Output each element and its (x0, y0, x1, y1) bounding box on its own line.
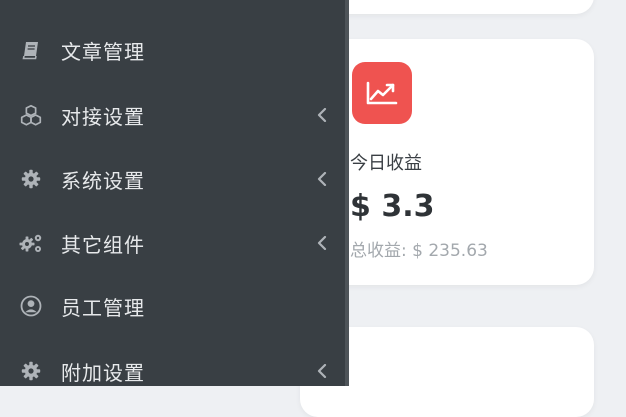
sidebar-item-staff[interactable]: 员工管理 (0, 278, 345, 334)
chart-line-icon (352, 62, 412, 124)
sidebar-item-integration[interactable]: 对接设置 (0, 87, 345, 143)
sidebar-item-label: 附加设置 (61, 360, 145, 385)
chevron-left-icon (315, 108, 329, 122)
sidebar-item-label: 文章管理 (61, 39, 145, 64)
user-circle-icon (18, 293, 44, 319)
book-icon (18, 37, 44, 63)
stat-value: $ 3.3 (350, 189, 435, 224)
cubes-icon (18, 102, 44, 128)
sidebar-item-articles[interactable]: 文章管理 (0, 22, 345, 78)
gear-icon (18, 166, 44, 192)
gears-icon (18, 230, 44, 256)
stat-title: 今日收益 (350, 153, 422, 174)
chevron-left-icon (315, 172, 329, 186)
sidebar-item-label: 系统设置 (61, 168, 145, 193)
stat-subtitle: 总收益: $ 235.63 (350, 241, 488, 261)
sidebar-item-extra-settings[interactable]: 附加设置 (0, 343, 345, 399)
gear-icon (18, 358, 44, 384)
sidebar-item-label: 员工管理 (61, 295, 145, 320)
sidebar-item-label: 对接设置 (61, 104, 145, 129)
chevron-left-icon (315, 236, 329, 250)
sidebar-item-label: 其它组件 (61, 232, 145, 257)
chevron-left-icon (315, 364, 329, 378)
sidebar-item-system-settings[interactable]: 系统设置 (0, 151, 345, 207)
sidebar: 文章管理 对接设置 系统设置 其它组件 员工管理 附加设置 (0, 0, 349, 386)
sidebar-item-other-components[interactable]: 其它组件 (0, 215, 345, 271)
